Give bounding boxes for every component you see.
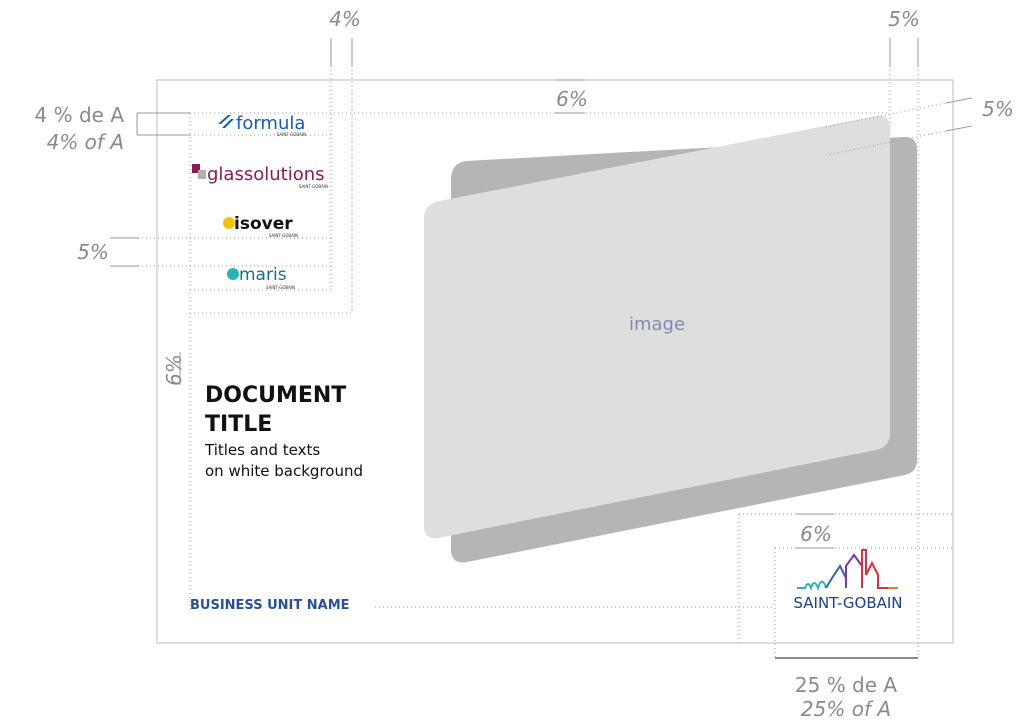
dim-label-left-fr: 4 % de A [35, 103, 125, 127]
logo-glassolutions-sub: SAINT-GOBAIN [299, 184, 328, 189]
business-unit-name: BUSINESS UNIT NAME [190, 598, 350, 613]
document-subtitle-line2: on white background [205, 462, 363, 480]
logo-glassolutions: glassolutions SAINT-GOBAIN [192, 164, 328, 189]
saint-gobain-icon [797, 580, 827, 592]
dim-label-top-left: 4% [329, 7, 361, 31]
logo-isover-sub: SAINT-GOBAIN [269, 233, 298, 238]
saint-gobain-wordmark: SAINT-GOBAIN [793, 594, 902, 612]
logo-maris-text: maris [239, 265, 287, 285]
dim-label-left-6: 6% [162, 354, 186, 386]
logo-maris: maris SAINT-GOBAIN [227, 265, 295, 290]
dim-label-logo-6: 6% [800, 522, 832, 546]
logo-formula: formula SAINT-GOBAIN [218, 113, 306, 137]
dim-tick-diag-a [945, 97, 973, 104]
maris-icon [227, 268, 239, 280]
dim-label-bottom-en: 25% of A [801, 697, 891, 721]
image-placeholder: image [424, 115, 917, 563]
document-subtitle-line1: Titles and texts [204, 441, 320, 459]
dim-label-right-5: 5% [982, 97, 1014, 121]
logo-isover: isover SAINT-GOBAIN [223, 214, 298, 238]
logo-formula-sub: SAINT-GOBAIN [277, 132, 306, 137]
dim-label-top-center: 6% [556, 87, 588, 111]
dim-label-bottom-fr: 25 % de A [795, 673, 898, 697]
saint-gobain-logo: SAINT-GOBAIN [793, 549, 903, 612]
logo-maris-sub: SAINT-GOBAIN [266, 285, 295, 290]
layout-diagram: 4% 5% 6% 4 % de A 4% of A 5% 6% formula … [35, 7, 1014, 721]
dim-label-left-5: 5% [77, 240, 109, 264]
dim-label-top-right: 5% [888, 7, 920, 31]
dim-tick-diag-b [945, 125, 973, 132]
logo-glassolutions-text: glassolutions [207, 164, 325, 185]
logo-isover-text: isover [234, 214, 293, 234]
image-label: image [629, 314, 685, 335]
dim-label-left-en: 4% of A [47, 130, 124, 154]
logo-formula-text: formula [236, 113, 305, 134]
document-title-line1: DOCUMENT [205, 383, 346, 408]
document-title-line2: TITLE [205, 412, 272, 437]
